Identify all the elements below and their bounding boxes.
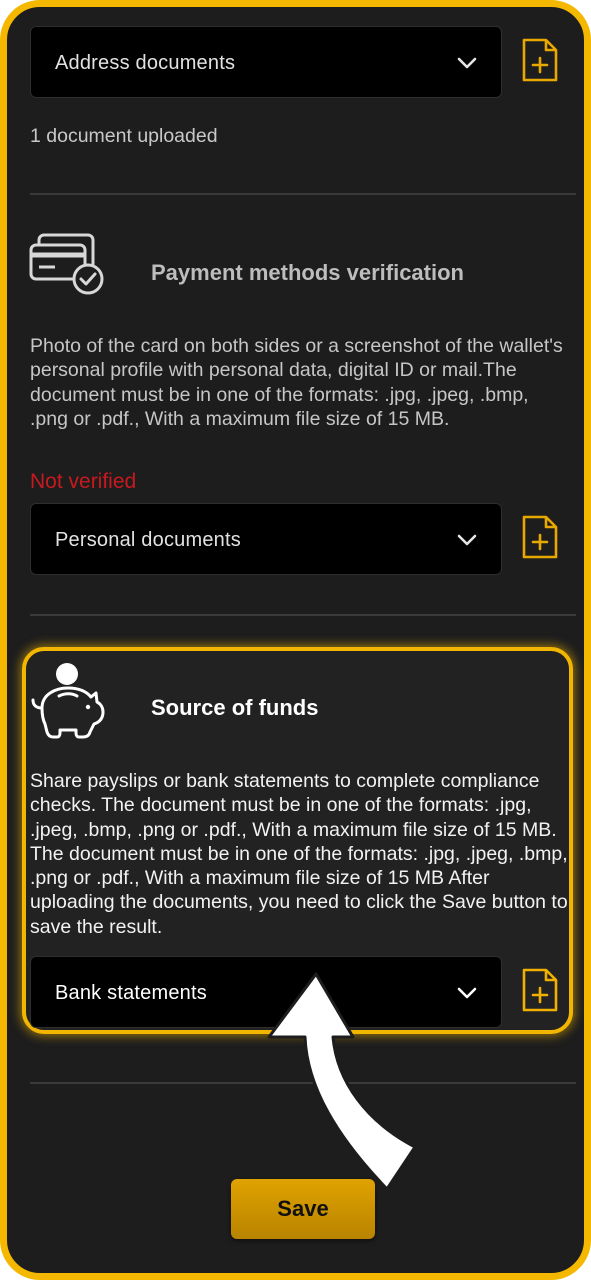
chevron-down-icon bbox=[457, 534, 477, 546]
phone-frame: Address documents 1 document uploaded Pa… bbox=[0, 0, 591, 1280]
file-add-icon[interactable] bbox=[520, 514, 560, 560]
chevron-down-icon bbox=[457, 57, 477, 69]
bank-statements-select-value: Bank statements bbox=[55, 982, 207, 1004]
divider bbox=[30, 1082, 576, 1084]
curved-arrow-icon bbox=[267, 972, 417, 1191]
payment-description: Photo of the card on both sides or a scr… bbox=[30, 335, 563, 430]
address-documents-select[interactable]: Address documents bbox=[30, 26, 502, 98]
bank-statements-select[interactable]: Bank statements bbox=[30, 956, 502, 1028]
address-documents-select-value: Address documents bbox=[55, 52, 236, 74]
credit-card-check-icon bbox=[29, 233, 104, 295]
payment-section-title: Payment methods verification bbox=[151, 260, 464, 285]
save-button[interactable]: Save bbox=[231, 1179, 375, 1239]
file-add-icon[interactable] bbox=[520, 37, 560, 83]
funds-description: Share payslips or bank statements to com… bbox=[30, 770, 568, 938]
upload-status-text: 1 document uploaded bbox=[30, 125, 218, 147]
divider bbox=[30, 614, 576, 616]
not-verified-status: Not verified bbox=[30, 470, 137, 493]
divider bbox=[30, 193, 576, 195]
personal-documents-select[interactable]: Personal documents bbox=[30, 503, 502, 575]
piggy-bank-icon bbox=[31, 663, 105, 739]
funds-section-title: Source of funds bbox=[151, 695, 319, 720]
chevron-down-icon bbox=[457, 987, 477, 999]
personal-documents-select-value: Personal documents bbox=[55, 529, 241, 551]
file-add-icon[interactable] bbox=[520, 967, 560, 1013]
